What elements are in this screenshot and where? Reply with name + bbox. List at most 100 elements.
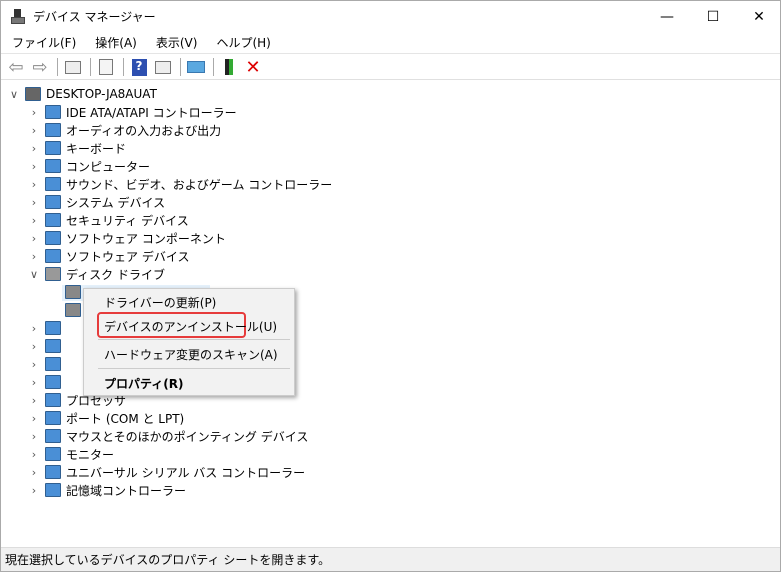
- tree-item-label: DESKTOP-JA8AUAT: [46, 87, 157, 101]
- tree-item[interactable]: › キーボード: [27, 139, 126, 157]
- chevron-right-icon[interactable]: ›: [27, 484, 41, 497]
- chevron-right-icon[interactable]: ›: [27, 232, 41, 245]
- tree-item[interactable]: › ポート (COM と LPT): [27, 409, 184, 427]
- action-pane-icon[interactable]: [152, 56, 174, 78]
- menu-bar: ファイル(F) 操作(A) 表示(V) ヘルプ(H): [1, 32, 780, 54]
- properties-icon[interactable]: [95, 56, 117, 78]
- separator: [90, 58, 91, 76]
- chevron-right-icon[interactable]: ›: [27, 466, 41, 479]
- tree-item[interactable]: › 記憶域コントローラー: [27, 481, 186, 499]
- menu-file[interactable]: ファイル(F): [4, 34, 84, 51]
- tree-item-label: ディスク ドライブ: [66, 267, 165, 282]
- tree-item[interactable]: › オーディオの入力および出力: [27, 121, 221, 139]
- device-category-icon: [45, 483, 61, 497]
- tree-item[interactable]: › ユニバーサル シリアル バス コントローラー: [27, 463, 305, 481]
- chevron-right-icon[interactable]: ›: [27, 358, 41, 371]
- device-category-icon: [45, 447, 61, 461]
- context-menu: ドライバーの更新(P) デバイスのアンインストール(U) ハードウェア変更のスキ…: [83, 288, 295, 396]
- chevron-right-icon[interactable]: ›: [27, 196, 41, 209]
- device-category-icon: [45, 429, 61, 443]
- minimize-button[interactable]: —: [644, 1, 690, 32]
- device-category-icon: [45, 393, 61, 407]
- chevron-down-icon[interactable]: ∨: [27, 268, 41, 281]
- tree-item-label: ソフトウェア デバイス: [66, 249, 190, 264]
- tree-item-label: コンピューター: [66, 159, 151, 174]
- chevron-right-icon[interactable]: ›: [27, 412, 41, 425]
- tree-item-hidden[interactable]: ›: [27, 373, 66, 391]
- tree-item[interactable]: › システム デバイス: [27, 193, 165, 211]
- device-category-icon: [45, 231, 61, 245]
- device-manager-window: デバイス マネージャー — ☐ ✕ ファイル(F) 操作(A) 表示(V) ヘル…: [0, 0, 781, 572]
- device-category-icon: [45, 411, 61, 425]
- tree-item-label: システム デバイス: [66, 195, 166, 210]
- tree-item[interactable]: ∨ ディスク ドライブ: [27, 265, 165, 283]
- toolbar: ⇦ ⇨ ? ✕: [1, 55, 780, 80]
- chevron-right-icon[interactable]: ›: [27, 178, 41, 191]
- chevron-right-icon[interactable]: ›: [27, 448, 41, 461]
- chevron-right-icon[interactable]: ›: [27, 106, 41, 119]
- device-category-icon: [45, 357, 61, 371]
- chevron-down-icon[interactable]: ∨: [7, 88, 21, 101]
- close-button[interactable]: ✕: [736, 1, 781, 32]
- tree-item-hidden[interactable]: ›: [27, 337, 66, 355]
- tree-item[interactable]: › コンピューター: [27, 157, 150, 175]
- menu-separator: [98, 368, 290, 369]
- show-hide-console-tree-icon[interactable]: [62, 56, 84, 78]
- chevron-right-icon[interactable]: ›: [27, 340, 41, 353]
- window-title: デバイス マネージャー: [33, 10, 156, 24]
- device-category-icon: [45, 267, 61, 281]
- chevron-right-icon[interactable]: ›: [27, 142, 41, 155]
- device-category-icon: [25, 87, 41, 101]
- chevron-right-icon[interactable]: ›: [27, 250, 41, 263]
- separator: [57, 58, 58, 76]
- menu-action[interactable]: 操作(A): [87, 34, 145, 51]
- help-icon[interactable]: ?: [128, 56, 150, 78]
- tree-root[interactable]: ∨ DESKTOP-JA8AUAT: [7, 85, 157, 103]
- device-category-icon: [45, 159, 61, 173]
- device-category-icon: [45, 249, 61, 263]
- tree-item-label: IDE ATA/ATAPI コントローラー: [66, 105, 237, 120]
- tree-item[interactable]: › ソフトウェア デバイス: [27, 247, 189, 265]
- chevron-right-icon[interactable]: ›: [27, 160, 41, 173]
- menu-item-scan-hardware[interactable]: ハードウェア変更のスキャン(A): [104, 346, 278, 363]
- device-category-icon: [65, 285, 81, 299]
- maximize-button[interactable]: ☐: [690, 1, 736, 32]
- chevron-right-icon[interactable]: ›: [27, 124, 41, 137]
- device-category-icon: [45, 195, 61, 209]
- tree-item-label: オーディオの入力および出力: [66, 123, 222, 138]
- forward-icon[interactable]: ⇨: [29, 56, 51, 78]
- menu-help[interactable]: ヘルプ(H): [208, 34, 278, 51]
- menu-view[interactable]: 表示(V): [148, 34, 206, 51]
- disk-drive-child[interactable]: [47, 301, 86, 319]
- separator: [213, 58, 214, 76]
- device-category-icon: [65, 303, 81, 317]
- chevron-right-icon[interactable]: ›: [27, 430, 41, 443]
- tree-item-label: キーボード: [66, 141, 127, 156]
- chevron-right-icon[interactable]: ›: [27, 322, 41, 335]
- tree-item-label: マウスとそのほかのポインティング デバイス: [66, 429, 309, 444]
- tree-item-hidden[interactable]: ›: [27, 319, 66, 337]
- chevron-right-icon[interactable]: ›: [27, 394, 41, 407]
- device-category-icon: [45, 213, 61, 227]
- disk-drive-child[interactable]: [47, 283, 86, 301]
- tree-item[interactable]: › マウスとそのほかのポインティング デバイス: [27, 427, 308, 445]
- scan-hardware-icon[interactable]: [185, 56, 207, 78]
- menu-item-update-driver[interactable]: ドライバーの更新(P): [104, 294, 216, 311]
- chevron-right-icon[interactable]: ›: [27, 376, 41, 389]
- tree-item[interactable]: › ソフトウェア コンポーネント: [27, 229, 226, 247]
- tree-item[interactable]: › サウンド、ビデオ、およびゲーム コントローラー: [27, 175, 332, 193]
- menu-item-properties[interactable]: プロパティ(R): [104, 375, 184, 392]
- tree-item-label: サウンド、ビデオ、およびゲーム コントローラー: [66, 177, 333, 192]
- back-icon[interactable]: ⇦: [5, 56, 27, 78]
- menu-item-uninstall-device[interactable]: デバイスのアンインストール(U): [104, 318, 277, 335]
- device-category-icon: [45, 105, 61, 119]
- tree-item[interactable]: › IDE ATA/ATAPI コントローラー: [27, 103, 237, 121]
- tree-item-hidden[interactable]: ›: [27, 355, 66, 373]
- chevron-right-icon[interactable]: ›: [27, 214, 41, 227]
- device-category-icon: [45, 375, 61, 389]
- tree-item[interactable]: › モニター: [27, 445, 114, 463]
- tree-item-label: ソフトウェア コンポーネント: [66, 231, 226, 246]
- update-driver-icon[interactable]: [218, 56, 240, 78]
- tree-item[interactable]: › セキュリティ デバイス: [27, 211, 189, 229]
- uninstall-icon[interactable]: ✕: [242, 56, 264, 78]
